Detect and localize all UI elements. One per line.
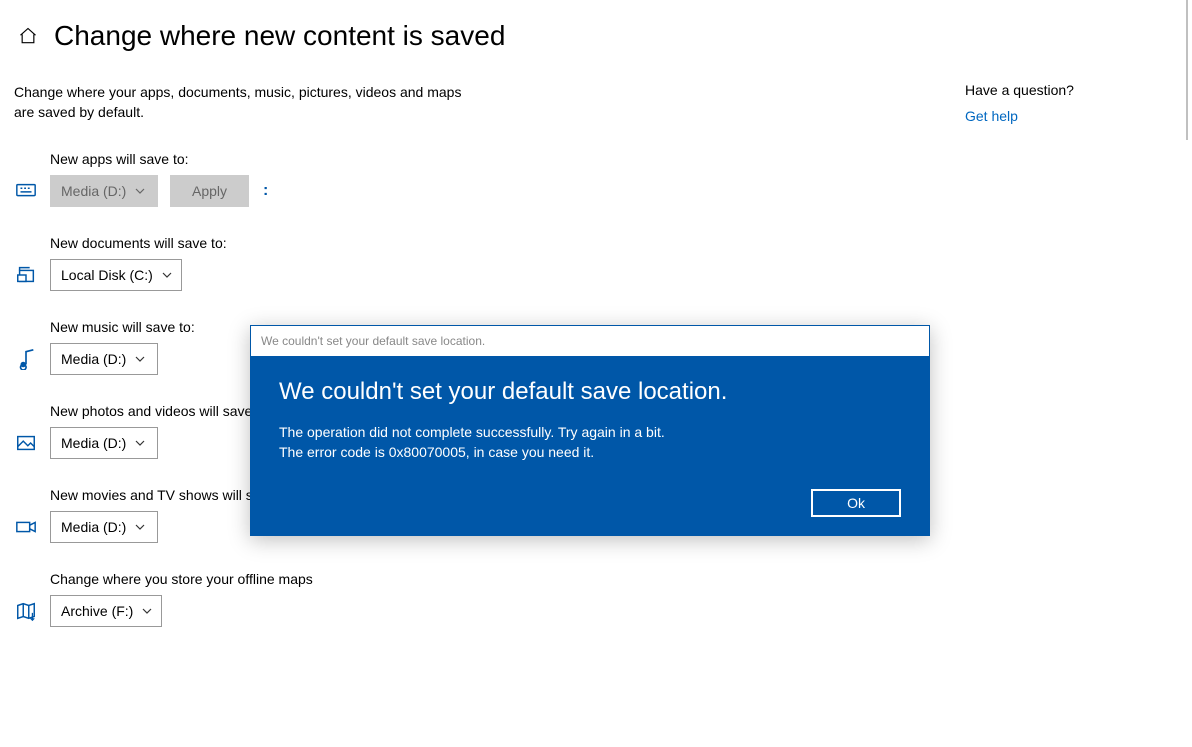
apps-dropdown-value: Media (D:)	[61, 183, 126, 199]
chevron-down-icon	[134, 185, 146, 197]
chevron-down-icon	[161, 269, 173, 281]
scrollbar[interactable]	[1180, 0, 1190, 747]
busy-indicator: :	[263, 182, 268, 200]
home-icon[interactable]	[18, 26, 38, 46]
movies-icon	[14, 515, 38, 539]
get-help-link[interactable]: Get help	[965, 108, 1175, 124]
dialog-ok-button[interactable]: Ok	[811, 489, 901, 517]
maps-dropdown-value: Archive (F:)	[61, 603, 133, 619]
dialog-window-title: We couldn't set your default save locati…	[251, 326, 929, 356]
documents-icon	[14, 263, 38, 287]
dialog-text-line1: The operation did not complete successfu…	[279, 422, 901, 442]
dialog-heading: We couldn't set your default save locati…	[279, 378, 901, 406]
maps-label: Change where you store your offline maps	[50, 571, 574, 587]
music-dropdown[interactable]: Media (D:)	[50, 343, 158, 375]
documents-label: New documents will save to:	[50, 235, 574, 251]
chevron-down-icon	[134, 521, 146, 533]
chevron-down-icon	[134, 437, 146, 449]
music-icon	[14, 347, 38, 371]
error-dialog: We couldn't set your default save locati…	[250, 325, 930, 536]
apps-label: New apps will save to:	[50, 151, 574, 167]
apps-dropdown[interactable]: Media (D:)	[50, 175, 158, 207]
chevron-down-icon	[141, 605, 153, 617]
photos-dropdown[interactable]: Media (D:)	[50, 427, 158, 459]
page-title: Change where new content is saved	[54, 20, 505, 52]
documents-dropdown-value: Local Disk (C:)	[61, 267, 153, 283]
help-question: Have a question?	[965, 82, 1175, 98]
maps-icon	[14, 599, 38, 623]
photos-icon	[14, 431, 38, 455]
documents-dropdown[interactable]: Local Disk (C:)	[50, 259, 182, 291]
scrollbar-thumb[interactable]	[1186, 0, 1188, 140]
movies-dropdown[interactable]: Media (D:)	[50, 511, 158, 543]
photos-dropdown-value: Media (D:)	[61, 435, 126, 451]
maps-dropdown[interactable]: Archive (F:)	[50, 595, 162, 627]
movies-dropdown-value: Media (D:)	[61, 519, 126, 535]
chevron-down-icon	[134, 353, 146, 365]
apps-icon	[14, 179, 38, 203]
apps-apply-button[interactable]: Apply	[170, 175, 249, 207]
music-dropdown-value: Media (D:)	[61, 351, 126, 367]
dialog-text-line2: The error code is 0x80070005, in case yo…	[279, 442, 901, 462]
page-description: Change where your apps, documents, music…	[14, 82, 474, 123]
